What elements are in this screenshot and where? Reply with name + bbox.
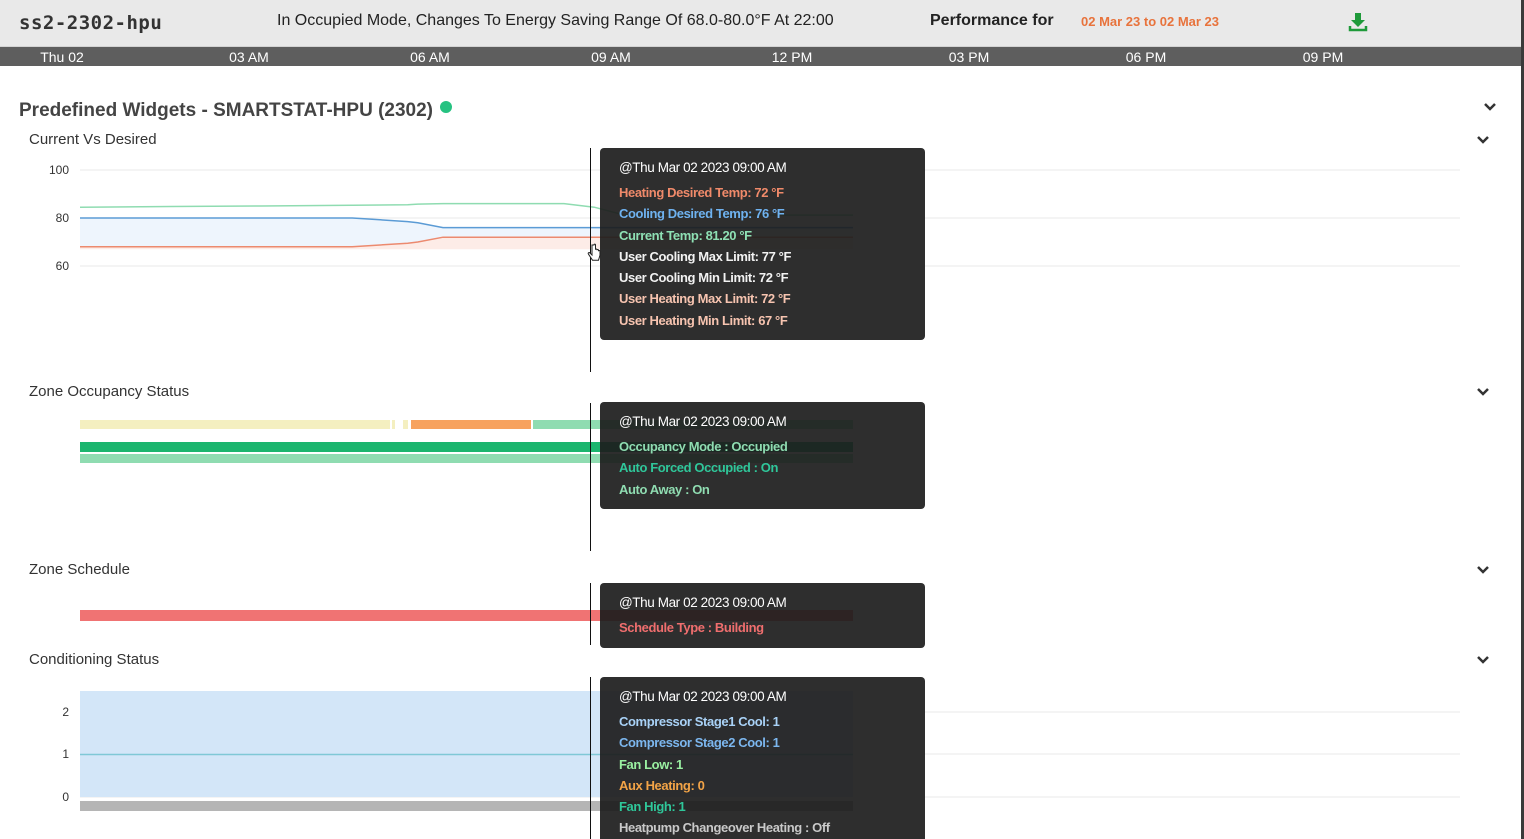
chevron-down-icon[interactable]: [1476, 565, 1490, 575]
y-tick-label: 60: [56, 259, 70, 273]
hover-cursor-line: [590, 403, 591, 551]
page: ss2-2302-hpu In Occupied Mode, Changes T…: [0, 0, 1524, 839]
zone-schedule-tooltip: @Thu Mar 02 2023 09:00 AM Schedule Type …: [600, 583, 925, 648]
occupancy-bar-unoccupied: [403, 420, 408, 429]
online-status-dot: [440, 101, 452, 113]
device-name: ss2-2302-hpu: [19, 12, 163, 34]
chevron-down-icon[interactable]: [1476, 135, 1490, 145]
tooltip-heading: @Thu Mar 02 2023 09:00 AM: [619, 689, 787, 704]
tooltip-row: Compressor Stage2 Cool: 1: [619, 735, 780, 751]
y-tick-label: 80: [56, 211, 70, 225]
y-tick-label: 1: [62, 747, 69, 761]
time-label: Thu 02: [40, 49, 84, 65]
tooltip-row: Current Temp: 81.20 °F: [619, 227, 752, 243]
tooltip-heading: @Thu Mar 02 2023 09:00 AM: [619, 414, 787, 429]
tooltip-row: User Heating Max Limit: 72 °F: [619, 291, 791, 307]
tooltip-heading: @Thu Mar 02 2023 09:00 AM: [619, 595, 787, 610]
y-tick-labels: 2 1 0: [62, 705, 69, 804]
tooltip-row: Compressor Stage1 Cool: 1: [619, 714, 780, 729]
section-title-conditioning-status: Conditioning Status: [29, 651, 160, 668]
header-message: In Occupied Mode, Changes To Energy Savi…: [277, 12, 834, 29]
tooltip-row: Heating Desired Temp: 72 °F: [619, 185, 784, 200]
hand-cursor-icon: [587, 243, 601, 261]
tooltip-row: Schedule Type : Building: [619, 620, 764, 635]
occupancy-bar-unoccupied: [392, 420, 395, 429]
conditioning-status-tooltip: @Thu Mar 02 2023 09:00 AM Compressor Sta…: [600, 677, 925, 839]
tooltip-row: Auto Forced Occupied : On: [619, 460, 779, 476]
performance-range[interactable]: 02 Mar 23 to 02 Mar 23: [1081, 14, 1219, 29]
occupancy-bar-preconditioning: [411, 420, 531, 429]
zone-occupancy-tooltip: @Thu Mar 02 2023 09:00 AM Occupancy Mode…: [600, 402, 925, 509]
y-tick-label: 0: [62, 790, 69, 804]
y-tick-label: 2: [62, 705, 69, 719]
section-title-current-vs-desired: Current Vs Desired: [29, 131, 157, 148]
occupancy-bar-unoccupied: [80, 420, 390, 429]
tooltip-row: User Heating Min Limit: 67 °F: [619, 312, 788, 328]
time-label: 09 AM: [591, 49, 631, 65]
section-title-zone-schedule: Zone Schedule: [29, 561, 130, 578]
page-title: Predefined Widgets - SMARTSTAT-HPU (2302…: [19, 100, 434, 121]
time-label: 06 AM: [410, 49, 450, 65]
chevron-down-icon[interactable]: [1476, 655, 1490, 665]
current-vs-desired-tooltip: @Thu Mar 02 2023 09:00 AM Heating Desire…: [600, 148, 925, 340]
time-axis: Thu 02 03 AM 06 AM 09 AM 12 PM 03 PM 06 …: [0, 47, 1521, 66]
time-label: 12 PM: [771, 49, 813, 65]
time-label: 09 PM: [1302, 49, 1344, 65]
tooltip-row: Occupancy Mode : Occupied: [619, 439, 788, 454]
tooltip-row: Heatpump Changeover Heating : Off: [619, 820, 830, 836]
chevron-down-icon[interactable]: [1483, 102, 1497, 112]
tooltip-row: Fan High: 1: [619, 799, 686, 815]
tooltip-row: Cooling Desired Temp: 76 °F: [619, 206, 785, 222]
performance-label: Performance for: [930, 12, 1054, 29]
tooltip-row: Auto Away : On: [619, 481, 710, 497]
download-icon[interactable]: [1348, 12, 1368, 32]
tooltip-heading: @Thu Mar 02 2023 09:00 AM: [619, 160, 787, 175]
tooltip-row: Fan Low: 1: [619, 756, 683, 772]
chevron-down-icon[interactable]: [1476, 387, 1490, 397]
y-tick-label: 100: [49, 163, 69, 177]
time-label: 03 AM: [229, 49, 269, 65]
section-title-zone-occupancy: Zone Occupancy Status: [29, 383, 190, 400]
time-label: 06 PM: [1125, 49, 1167, 65]
header-bar: ss2-2302-hpu In Occupied Mode, Changes T…: [0, 0, 1521, 47]
time-label: 03 PM: [948, 49, 990, 65]
y-tick-labels: 100 80 60: [49, 163, 69, 273]
hover-cursor-line: [590, 677, 591, 839]
tooltip-row: User Cooling Min Limit: 72 °F: [619, 270, 789, 286]
tooltip-row: User Cooling Max Limit: 77 °F: [619, 248, 792, 264]
hover-cursor-line: [590, 583, 591, 645]
tooltip-row: Aux Heating: 0: [619, 777, 705, 793]
